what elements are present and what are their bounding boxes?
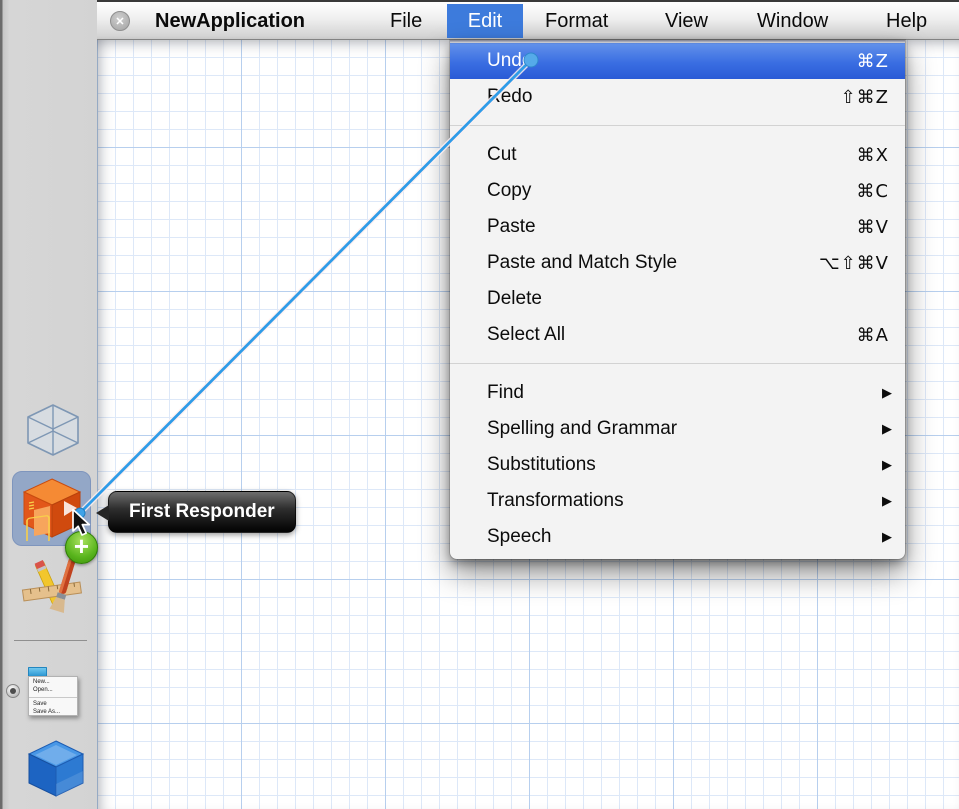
first-responder-tooltip: First Responder	[108, 491, 296, 533]
menubar-item-edit[interactable]: Edit	[447, 4, 523, 38]
mini-menu-titlebar	[28, 667, 47, 676]
menu-bar: ✕ NewApplication File Edit Format View W…	[97, 0, 959, 40]
mini-menu-item: Save	[33, 701, 77, 709]
close-glyph: ✕	[115, 15, 124, 28]
menu-item-speech[interactable]: Speech ▶	[450, 519, 905, 555]
menu-item-select-all[interactable]: Select All ⌘A	[450, 317, 905, 353]
menubar-item-format[interactable]: Format	[533, 4, 620, 38]
document-radio-indicator[interactable]	[6, 684, 20, 698]
menu-item-spelling-and-grammar[interactable]: Spelling and Grammar ▶	[450, 411, 905, 447]
mini-menu-item: New...	[33, 679, 77, 687]
submenu-arrow-icon: ▶	[882, 422, 892, 437]
menu-separator	[450, 115, 905, 137]
blue-cube-icon	[24, 736, 88, 800]
submenu-arrow-icon: ▶	[882, 386, 892, 401]
dock-item-window-cube[interactable]	[24, 736, 88, 800]
menubar-item-newapplication[interactable]: NewApplication	[143, 4, 317, 38]
menubar-item-help[interactable]: Help	[874, 4, 939, 38]
mini-menu-panel: New... Open... Save Save As...	[28, 676, 78, 716]
menu-item-paste-and-match-style[interactable]: Paste and Match Style ⌥⇧⌘V	[450, 245, 905, 281]
edit-menu-dropdown: Undo ⌘Z Redo ⇧⌘Z Cut ⌘X Copy ⌘C Paste ⌘V…	[450, 40, 905, 559]
menu-item-paste[interactable]: Paste ⌘V	[450, 209, 905, 245]
objects-dock: New... Open... Save Save As...	[0, 0, 97, 809]
menu-item-substitutions[interactable]: Substitutions ▶	[450, 447, 905, 483]
dock-item-main-menu-document[interactable]: New... Open... Save Save As...	[28, 667, 78, 716]
menu-item-cut[interactable]: Cut ⌘X	[450, 137, 905, 173]
application-icon	[18, 556, 86, 620]
wireframe-cube-icon	[24, 402, 82, 458]
mini-menu-item: Save As...	[33, 709, 77, 717]
submenu-arrow-icon: ▶	[882, 494, 892, 509]
menu-item-undo[interactable]: Undo ⌘Z	[450, 43, 905, 79]
mouse-cursor-icon	[71, 508, 93, 538]
submenu-arrow-icon: ▶	[882, 458, 892, 473]
interface-builder-screen: New... Open... Save Save As... ✕ NewAppl…	[0, 0, 959, 809]
dock-item-files-owner[interactable]	[24, 402, 82, 458]
menubar-item-window[interactable]: Window	[745, 4, 840, 38]
menu-item-find[interactable]: Find ▶	[450, 375, 905, 411]
dock-divider	[14, 640, 87, 641]
menu-item-redo[interactable]: Redo ⇧⌘Z	[450, 79, 905, 115]
menu-item-copy[interactable]: Copy ⌘C	[450, 173, 905, 209]
mini-menu-separator	[29, 697, 77, 698]
close-icon[interactable]: ✕	[110, 11, 130, 31]
menubar-item-file[interactable]: File	[378, 4, 434, 38]
menu-item-transformations[interactable]: Transformations ▶	[450, 483, 905, 519]
menubar-item-view[interactable]: View	[653, 4, 720, 38]
submenu-arrow-icon: ▶	[882, 530, 892, 545]
mini-menu-item: Open...	[33, 687, 77, 695]
menu-item-delete[interactable]: Delete	[450, 281, 905, 317]
menu-separator	[450, 353, 905, 375]
dock-item-application[interactable]	[18, 556, 86, 620]
